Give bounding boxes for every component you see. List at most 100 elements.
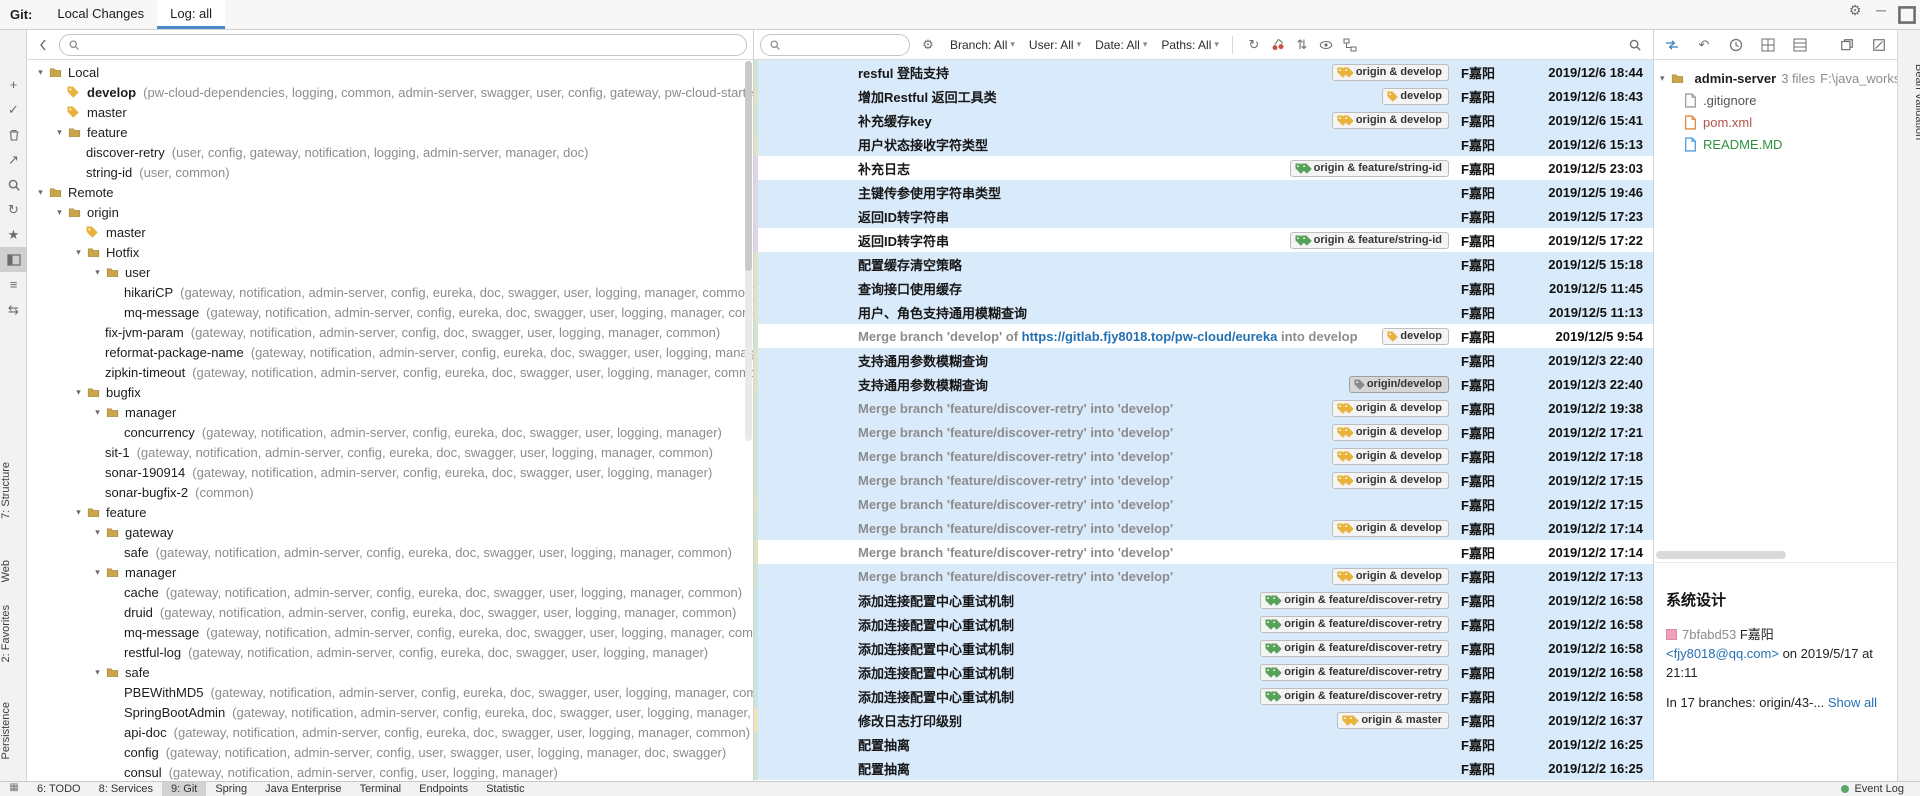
tool-button-bean-validation[interactable]: Bean Validation xyxy=(1903,64,1920,140)
cherry-pick-icon[interactable] xyxy=(1266,34,1290,56)
list-icon[interactable]: ≡ xyxy=(0,272,27,297)
branch-item-sonar-bugfix-2[interactable]: sonar-bugfix-2(common) xyxy=(27,482,753,502)
branch-group-manager[interactable]: ▾manager xyxy=(27,562,753,582)
commit-row[interactable]: 补充缓存keyorigin & developF嘉阳2019/12/6 15:4… xyxy=(754,108,1653,132)
commit-row[interactable]: 添加连接配置中心重试机制origin & feature/discover-re… xyxy=(754,612,1653,636)
branch-item-cache[interactable]: cache(gateway, notification, admin-serve… xyxy=(27,582,753,602)
expand-arrow-icon[interactable]: ▾ xyxy=(52,127,67,138)
star-icon[interactable]: ★ xyxy=(0,222,27,247)
branch-group-hotfix[interactable]: ▾Hotfix xyxy=(27,242,753,262)
expand-arrow-icon[interactable]: ▾ xyxy=(90,667,105,678)
branch-ref-pill[interactable]: origin & develop xyxy=(1332,520,1449,537)
gear-icon[interactable]: ⚙ xyxy=(1842,2,1868,28)
commit-row[interactable]: 补充日志origin & feature/string-idF嘉阳2019/12… xyxy=(754,156,1653,180)
branch-group-feature[interactable]: ▾feature xyxy=(27,122,753,142)
branch-ref-pill[interactable]: develop xyxy=(1382,88,1449,105)
commit-message-link[interactable]: https://gitlab.fjy8018.top/pw-cloud/eure… xyxy=(1022,329,1278,344)
trash-icon[interactable] xyxy=(0,122,27,147)
tab-local-changes[interactable]: Local Changes xyxy=(44,0,157,29)
history-icon[interactable] xyxy=(1724,34,1748,56)
changed-file--gitignore[interactable]: .gitignore xyxy=(1654,89,1897,111)
float-icon[interactable] xyxy=(1835,34,1859,56)
branch-ref-pill[interactable]: origin & feature/discover-retry xyxy=(1260,616,1449,633)
search-icon[interactable] xyxy=(0,172,27,197)
commit-row[interactable]: 配置缓存清空策略F嘉阳2019/12/5 15:18 xyxy=(754,252,1653,276)
scrollbar-thumb[interactable] xyxy=(745,61,752,271)
branch-search-input[interactable] xyxy=(84,38,738,52)
commit-row[interactable]: 修改日志打印级别origin & masterF嘉阳2019/12/2 16:3… xyxy=(754,708,1653,732)
branch-ref-pill[interactable]: origin & develop xyxy=(1332,64,1449,81)
tool-button-7-structure[interactable]: 7: Structure xyxy=(0,462,27,519)
commit-row[interactable]: Merge branch 'feature/discover-retry' in… xyxy=(754,396,1653,420)
filter-user[interactable]: User: All▾ xyxy=(1025,38,1085,52)
commit-row[interactable]: resful 登陆支持origin & developF嘉阳2019/12/6 … xyxy=(754,60,1653,84)
commit-row[interactable]: 支持通用参数模糊查询origin/developF嘉阳2019/12/3 22:… xyxy=(754,372,1653,396)
commit-row[interactable]: 主键传参使用字符串类型F嘉阳2019/12/5 19:46 xyxy=(754,180,1653,204)
refresh-icon[interactable]: ↻ xyxy=(0,197,27,222)
commit-row[interactable]: 用户、角色支持通用模糊查询F嘉阳2019/12/5 11:13 xyxy=(754,300,1653,324)
commit-row[interactable]: Merge branch 'feature/discover-retry' in… xyxy=(754,564,1653,588)
branch-group-gateway[interactable]: ▾gateway xyxy=(27,522,753,542)
branch-item-sonar-190914[interactable]: sonar-190914(gateway, notification, admi… xyxy=(27,462,753,482)
branch-item-master[interactable]: master xyxy=(27,102,753,122)
flatten-icon[interactable] xyxy=(1788,34,1812,56)
commit-row[interactable]: 查询接口使用缓存F嘉阳2019/12/5 11:45 xyxy=(754,276,1653,300)
statusbar-item-statistic[interactable]: Statistic xyxy=(477,782,534,796)
compare-icon[interactable]: ⇆ xyxy=(0,297,27,322)
expand-arrow-icon[interactable]: ▾ xyxy=(90,267,105,278)
restore-icon[interactable] xyxy=(1894,2,1920,28)
filter-date[interactable]: Date: All▾ xyxy=(1091,38,1151,52)
branch-item-string-id[interactable]: string-id(user, common) xyxy=(27,162,753,182)
branch-ref-pill[interactable]: develop xyxy=(1382,328,1449,345)
commit-row[interactable]: 添加连接配置中心重试机制origin & feature/discover-re… xyxy=(754,588,1653,612)
branch-ref-pill[interactable]: origin & develop xyxy=(1332,448,1449,465)
commit-row[interactable]: 用户状态接收字符类型F嘉阳2019/12/6 15:13 xyxy=(754,132,1653,156)
eye-icon[interactable] xyxy=(1314,34,1338,56)
changed-file-readme-md[interactable]: README.MD xyxy=(1654,133,1897,155)
statusbar-item-6-todo[interactable]: 6: TODO xyxy=(28,782,90,796)
add-icon[interactable]: + xyxy=(0,72,27,97)
event-log-button[interactable]: Event Log xyxy=(1841,782,1920,795)
branch-group-bugfix[interactable]: ▾bugfix xyxy=(27,382,753,402)
branch-item-config[interactable]: config(gateway, notification, admin-serv… xyxy=(27,742,753,762)
branch-ref-pill[interactable]: origin & master xyxy=(1337,712,1449,729)
commit-row[interactable]: 添加连接配置中心重试机制origin & feature/discover-re… xyxy=(754,636,1653,660)
branch-item-api-doc[interactable]: api-doc(gateway, notification, admin-ser… xyxy=(27,722,753,742)
branch-item-develop[interactable]: develop(pw-cloud-dependencies, logging, … xyxy=(27,82,753,102)
goto-icon[interactable] xyxy=(1660,34,1684,56)
branch-ref-pill[interactable]: origin/develop xyxy=(1349,376,1449,393)
go-to-hash-search-icon[interactable] xyxy=(1623,34,1647,56)
statusbar-item-endpoints[interactable]: Endpoints xyxy=(410,782,477,796)
commit-row[interactable]: Merge branch 'feature/discover-retry' in… xyxy=(754,468,1653,492)
expand-arrow-icon[interactable]: ▾ xyxy=(90,407,105,418)
tool-button-persistence[interactable]: Persistence xyxy=(0,702,27,759)
commit-row[interactable]: 添加连接配置中心重试机制origin & feature/discover-re… xyxy=(754,660,1653,684)
commit-row[interactable]: 添加连接配置中心重试机制origin & feature/discover-re… xyxy=(754,684,1653,708)
expand-arrow-icon[interactable]: ▾ xyxy=(52,207,67,218)
expand-arrow-icon[interactable]: ▾ xyxy=(71,507,86,518)
branch-item-pbewithmd5[interactable]: PBEWithMD5(gateway, notification, admin-… xyxy=(27,682,753,702)
log-search-input[interactable] xyxy=(785,38,901,52)
check-icon[interactable]: ✓ xyxy=(0,97,27,122)
tool-button-2-favorites[interactable]: 2: Favorites xyxy=(0,605,27,662)
horizontal-scrollbar-thumb[interactable] xyxy=(1656,551,1786,559)
branch-item-restful-log[interactable]: restful-log(gateway, notification, admin… xyxy=(27,642,753,662)
tool-button-web[interactable]: Web xyxy=(0,560,27,582)
expand-arrow-icon[interactable]: ▾ xyxy=(1660,73,1665,84)
commit-row[interactable]: 支持通用参数模糊查询F嘉阳2019/12/3 22:40 xyxy=(754,348,1653,372)
branch-ref-pill[interactable]: origin & feature/discover-retry xyxy=(1260,640,1449,657)
expand-arrow-icon[interactable]: ▾ xyxy=(71,247,86,258)
expand-arrow-icon[interactable]: ▾ xyxy=(33,67,48,78)
changed-file-pom-xml[interactable]: pom.xml xyxy=(1654,111,1897,133)
tool-window-switcher-icon[interactable]: ▦ xyxy=(0,782,28,793)
log-search-field[interactable] xyxy=(760,34,910,56)
commit-row[interactable]: Merge branch 'feature/discover-retry' in… xyxy=(754,540,1653,564)
branch-item-springbootadmin[interactable]: SpringBootAdmin(gateway, notification, a… xyxy=(27,702,753,722)
branch-group-local[interactable]: ▾Local xyxy=(27,62,753,82)
commit-row[interactable]: Merge branch 'develop' of https://gitlab… xyxy=(754,324,1653,348)
commit-row[interactable]: Merge branch 'feature/discover-retry' in… xyxy=(754,516,1653,540)
branch-group-manager[interactable]: ▾manager xyxy=(27,402,753,422)
statusbar-item-8-services[interactable]: 8: Services xyxy=(90,782,162,796)
graph-options-icon[interactable] xyxy=(1338,34,1362,56)
branch-search-field[interactable] xyxy=(59,34,747,56)
